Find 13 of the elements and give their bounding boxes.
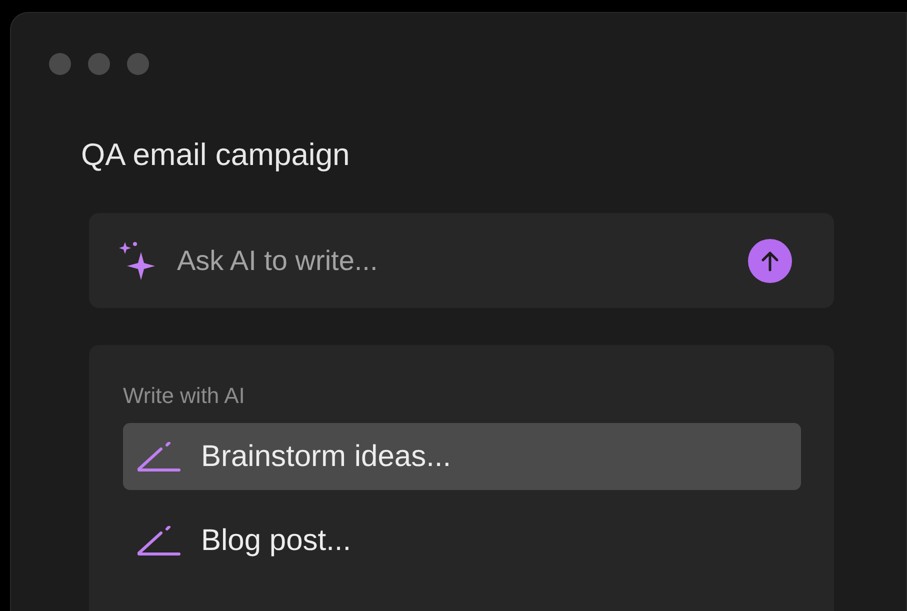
window-control-dot[interactable] (127, 53, 149, 75)
window-control-dot[interactable] (88, 53, 110, 75)
pencil-icon (137, 526, 181, 556)
menu-item[interactable]: Blog post... (123, 507, 801, 574)
pencil-icon (137, 442, 181, 472)
window-control-dot[interactable] (49, 53, 71, 75)
arrow-up-icon (760, 250, 780, 272)
window-title: QA email campaign (81, 137, 350, 173)
prompt-field[interactable]: Ask AI to write... (89, 213, 834, 308)
menu-item[interactable]: Brainstorm ideas... (123, 423, 801, 490)
ask-ai-field[interactable]: Ask AI to write... (177, 244, 730, 276)
send-button[interactable] (748, 238, 792, 282)
menu-heading: Write with AI (123, 383, 245, 409)
